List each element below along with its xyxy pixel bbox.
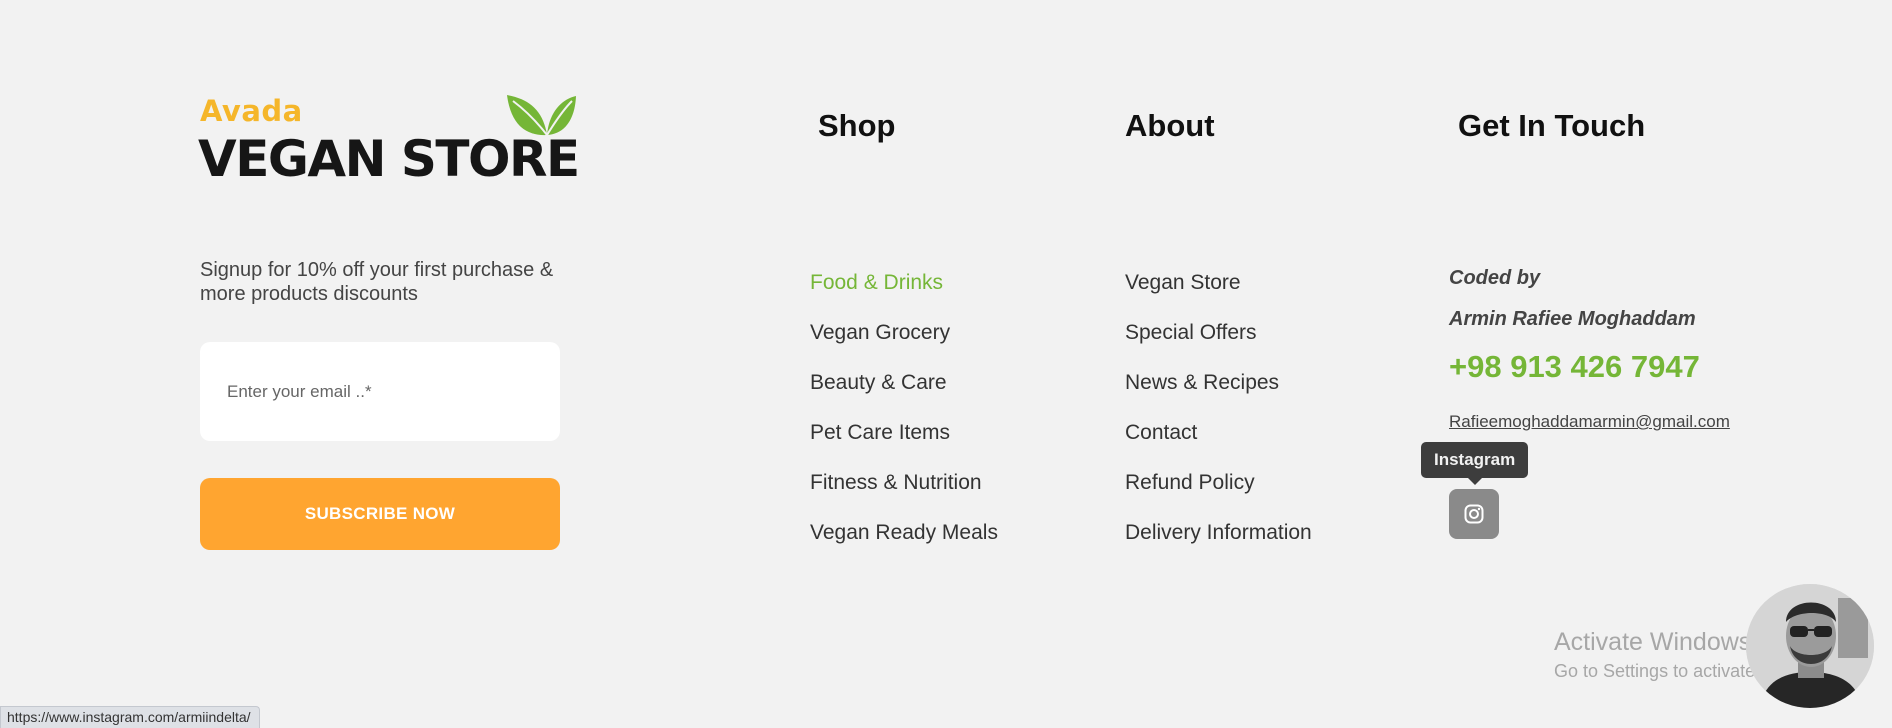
instagram-tooltip: Instagram xyxy=(1421,442,1529,485)
about-link-delivery-info[interactable]: Delivery Information xyxy=(1125,520,1312,570)
credits: Coded by Armin Rafiee Moghaddam xyxy=(1449,258,1696,340)
logo-store-name: VEGAN STORE xyxy=(198,130,580,188)
about-link-refund-policy[interactable]: Refund Policy xyxy=(1125,470,1312,520)
status-bar-url: https://www.instagram.com/armiindelta/ xyxy=(0,706,260,728)
subscribe-button[interactable]: SUBSCRIBE NOW xyxy=(200,478,560,550)
shop-heading: Shop xyxy=(818,108,896,143)
author-name: Armin Rafiee Moghaddam xyxy=(1449,308,1696,330)
shop-link-ready-meals[interactable]: Vegan Ready Meals xyxy=(810,520,998,570)
webcam-avatar xyxy=(1746,584,1874,708)
leaf-icon xyxy=(507,95,576,136)
email-input[interactable] xyxy=(200,342,560,441)
shop-links: Food & Drinks Vegan Grocery Beauty & Car… xyxy=(810,270,998,570)
shop-link-food-drinks[interactable]: Food & Drinks xyxy=(810,270,998,320)
about-link-contact[interactable]: Contact xyxy=(1125,420,1312,470)
shop-link-pet-care[interactable]: Pet Care Items xyxy=(810,420,998,470)
shop-link-beauty-care[interactable]: Beauty & Care xyxy=(810,370,998,420)
signup-text: Signup for 10% off your first purchase &… xyxy=(200,259,554,305)
phone-number[interactable]: +98 913 426 7947 xyxy=(1449,349,1700,385)
about-heading: About xyxy=(1125,108,1215,143)
contact-heading: Get In Touch xyxy=(1458,108,1646,143)
about-links: Vegan Store Special Offers News & Recipe… xyxy=(1125,270,1312,570)
shop-link-fitness-nutrition[interactable]: Fitness & Nutrition xyxy=(810,470,998,520)
about-link-news-recipes[interactable]: News & Recipes xyxy=(1125,370,1312,420)
email-link[interactable]: Rafieemoghaddamarmin@gmail.com xyxy=(1449,412,1730,432)
about-link-special-offers[interactable]: Special Offers xyxy=(1125,320,1312,370)
instagram-icon xyxy=(1464,504,1484,524)
shop-link-vegan-grocery[interactable]: Vegan Grocery xyxy=(810,320,998,370)
about-link-vegan-store[interactable]: Vegan Store xyxy=(1125,270,1312,320)
instagram-button[interactable] xyxy=(1449,489,1499,539)
coded-by-label: Coded by xyxy=(1449,267,1541,289)
logo-brand-text: Avada xyxy=(200,94,303,128)
